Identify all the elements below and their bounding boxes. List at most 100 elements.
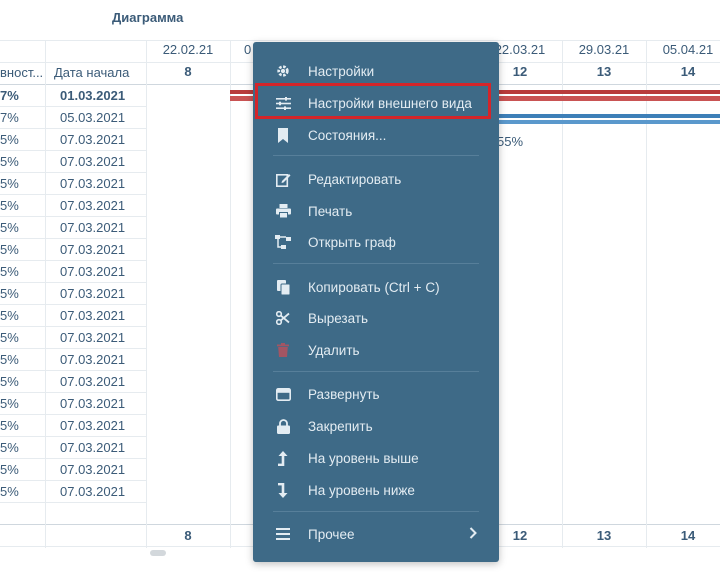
highlight-box	[255, 83, 491, 119]
gear-icon	[275, 63, 291, 79]
grid-line	[45, 40, 46, 548]
scissors-icon	[275, 310, 291, 326]
row-completeness: 5%	[0, 264, 19, 279]
arrow-up-icon	[275, 450, 291, 466]
timeline-week: 8	[184, 64, 192, 79]
timeline-date: 05.04.21	[662, 42, 714, 57]
row-divider	[0, 458, 146, 459]
row-completeness: 5%	[0, 308, 19, 323]
row-divider	[0, 502, 146, 503]
menu-item-label: На уровень ниже	[308, 482, 415, 498]
footer-week: 13	[596, 528, 612, 543]
menu-item-label: Печать	[308, 203, 353, 219]
row-divider	[0, 392, 146, 393]
column-header-start-date[interactable]: Дата начала	[54, 65, 129, 80]
row-start-date: 07.03.2021	[60, 286, 126, 301]
row-start-date: 07.03.2021	[60, 440, 126, 455]
row-divider	[0, 238, 146, 239]
menu-item-edit[interactable]: Редактировать	[253, 165, 499, 193]
row-divider	[0, 128, 146, 129]
row-divider	[0, 480, 146, 481]
row-completeness: 5%	[0, 462, 19, 477]
column-header-completeness[interactable]: вност...	[0, 65, 43, 80]
row-divider	[0, 172, 146, 173]
row-start-date: 07.03.2021	[60, 374, 126, 389]
menu-item-more[interactable]: Прочее	[253, 520, 499, 548]
menu-item-print[interactable]: Печать	[253, 197, 499, 225]
row-start-date: 07.03.2021	[60, 484, 126, 499]
menu-item-copy[interactable]: Копировать (Ctrl + C)	[253, 273, 499, 301]
row-completeness: 7%	[0, 88, 19, 103]
row-start-date: 07.03.2021	[60, 198, 126, 213]
edit-icon	[275, 171, 291, 187]
context-menu: Настройки Настройки внешнего вида Состоя…	[253, 42, 499, 562]
grid-line	[146, 40, 147, 548]
menu-item-cut[interactable]: Вырезать	[253, 304, 499, 332]
gantt-bar[interactable]	[495, 114, 720, 118]
row-start-date: 07.03.2021	[60, 132, 126, 147]
menu-separator	[273, 263, 479, 264]
window-icon	[275, 386, 291, 402]
menu-item-delete[interactable]: Удалить	[253, 336, 499, 364]
row-divider	[0, 216, 146, 217]
row-divider	[0, 304, 146, 305]
row-completeness: 5%	[0, 396, 19, 411]
printer-icon	[275, 203, 291, 219]
row-start-date: 07.03.2021	[60, 264, 126, 279]
chevron-right-icon	[469, 526, 477, 542]
row-completeness: 5%	[0, 330, 19, 345]
graph-icon	[275, 234, 291, 250]
horizontal-scrollbar[interactable]	[150, 550, 166, 556]
copy-icon	[275, 279, 291, 295]
row-completeness: 5%	[0, 132, 19, 147]
menu-item-states[interactable]: Состояния...	[253, 121, 499, 149]
row-start-date: 07.03.2021	[60, 242, 126, 257]
menu-item-label: Вырезать	[308, 310, 369, 326]
row-divider	[0, 436, 146, 437]
bar-progress-label: 55%	[497, 134, 524, 149]
row-start-date: 07.03.2021	[60, 308, 126, 323]
row-divider	[0, 370, 146, 371]
gantt-bar[interactable]	[495, 120, 720, 124]
row-completeness: 5%	[0, 352, 19, 367]
row-start-date: 07.03.2021	[60, 176, 126, 191]
menu-item-pin[interactable]: Закрепить	[253, 412, 499, 440]
row-completeness: 5%	[0, 484, 19, 499]
row-completeness: 5%	[0, 198, 19, 213]
timeline-week: 13	[596, 64, 612, 79]
timeline-date: 22.02.21	[162, 42, 214, 57]
menu-item-level-down[interactable]: На уровень ниже	[253, 476, 499, 504]
row-completeness: 5%	[0, 154, 19, 169]
row-start-date: 07.03.2021	[60, 330, 126, 345]
menu-item-expand[interactable]: Развернуть	[253, 380, 499, 408]
row-start-date: 07.03.2021	[60, 396, 126, 411]
row-completeness: 5%	[0, 440, 19, 455]
row-completeness: 5%	[0, 286, 19, 301]
row-start-date: 07.03.2021	[60, 352, 126, 367]
menu-item-label: Настройки	[308, 63, 375, 79]
menu-item-label: Копировать (Ctrl + C)	[308, 279, 440, 295]
row-completeness: 5%	[0, 176, 19, 191]
menu-item-label: Удалить	[308, 342, 360, 358]
footer-week: 8	[184, 528, 192, 543]
menu-item-label: На уровень выше	[308, 450, 419, 466]
menu-item-settings[interactable]: Настройки	[253, 57, 499, 85]
menu-item-label: Редактировать	[308, 171, 402, 187]
menu-item-label: Открыть граф	[308, 234, 396, 250]
row-divider	[0, 414, 146, 415]
row-divider	[0, 282, 146, 283]
timeline-date: 29.03.21	[578, 42, 630, 57]
menu-item-level-up[interactable]: На уровень выше	[253, 444, 499, 472]
menu-separator	[273, 511, 479, 512]
menu-item-label: Закрепить	[308, 418, 373, 434]
row-divider	[0, 348, 146, 349]
menu-item-label: Состояния...	[308, 127, 387, 143]
row-completeness: 5%	[0, 374, 19, 389]
timeline-week: 14	[680, 64, 696, 79]
menu-item-open-graph[interactable]: Открыть граф	[253, 228, 499, 256]
row-divider	[0, 326, 146, 327]
lock-icon	[275, 418, 291, 434]
row-divider	[0, 106, 146, 107]
row-start-date: 07.03.2021	[60, 418, 126, 433]
row-completeness: 5%	[0, 418, 19, 433]
